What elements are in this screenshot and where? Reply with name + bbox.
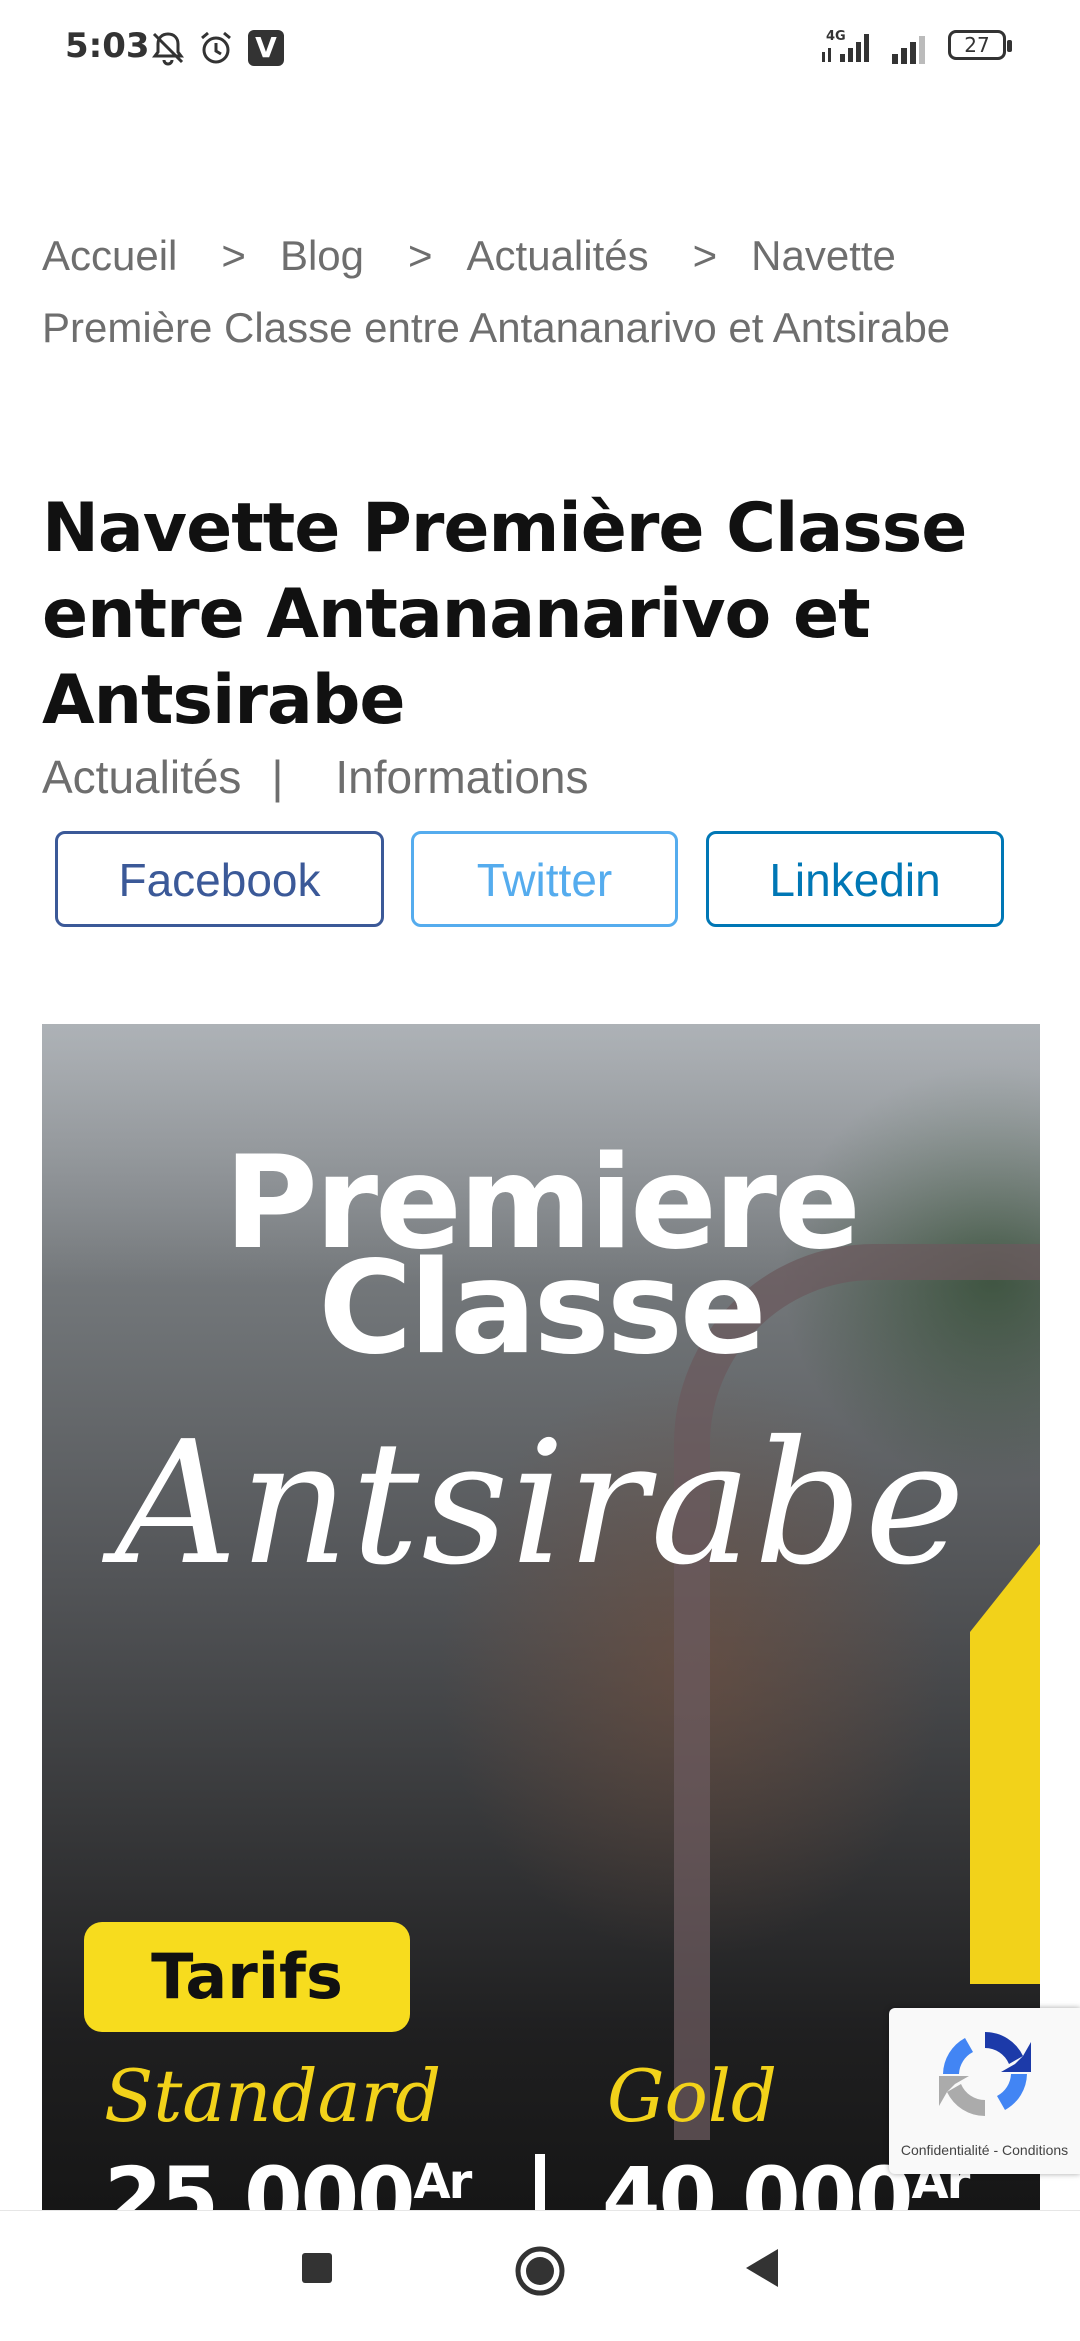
v-app-icon: V: [248, 30, 284, 66]
signal-4g-icon: 4G: [822, 29, 869, 62]
recaptcha-badge[interactable]: Confidentialité - Conditions: [889, 2008, 1080, 2174]
breadcrumb-separator: >: [221, 232, 246, 279]
recaptcha-logo-icon: [939, 2032, 1031, 2116]
price-standard: 25 000Ar: [104, 2149, 472, 2210]
recaptcha-terms-link[interactable]: Conditions: [1002, 2142, 1068, 2158]
battery-icon: 27: [948, 30, 1012, 60]
tier-standard-label: Standard: [104, 2054, 442, 2138]
breadcrumb-home-link[interactable]: Accueil: [42, 232, 177, 279]
linkedin-share-button[interactable]: Linkedin: [706, 831, 1004, 927]
hero-script-title: Antsirabe: [114, 1405, 968, 1603]
breadcrumb-separator: >: [408, 232, 433, 279]
facebook-share-button[interactable]: Facebook: [55, 831, 384, 927]
system-navigation-bar: [0, 2210, 1080, 2341]
breadcrumb-actualites-link[interactable]: Actualités: [467, 232, 649, 279]
tier-gold-label: Gold: [607, 2054, 777, 2138]
breadcrumb: Accueil > Blog > Actualités > Navette Première…: [42, 220, 1042, 364]
category-actualites-link[interactable]: Actualités: [42, 751, 241, 803]
recaptcha-dash: -: [993, 2142, 999, 2158]
signal-icon: [892, 36, 925, 64]
breadcrumb-blog-link[interactable]: Blog: [280, 232, 364, 279]
breadcrumb-separator: >: [692, 232, 718, 279]
price-standard-value: 25 000: [104, 2149, 415, 2210]
hero-headline-line2: Classe: [318, 1234, 766, 1383]
recaptcha-links: Confidentialité - Conditions: [889, 2142, 1080, 2158]
twitter-share-button[interactable]: Twitter: [411, 831, 678, 927]
recaptcha-privacy-link[interactable]: Confidentialité: [901, 2142, 990, 2158]
page-title: Navette Première Classe entre Antananari…: [42, 488, 967, 740]
article-categories: Actualités | Informations: [42, 750, 589, 804]
tarifs-badge: Tarifs: [84, 1922, 410, 2032]
status-bar: 5:03 V 4G 27: [0, 0, 1080, 100]
price-divider: [535, 2154, 545, 2210]
bell-off-icon: [152, 32, 184, 66]
recent-apps-icon[interactable]: [300, 2251, 334, 2285]
category-separator: |: [271, 751, 284, 803]
price-standard-currency: Ar: [413, 2154, 472, 2210]
status-time: 5:03: [65, 26, 150, 66]
home-icon[interactable]: [514, 2245, 566, 2297]
alarm-icon: [201, 31, 231, 64]
price-gold-value: 40 000: [602, 2149, 913, 2210]
back-icon[interactable]: [742, 2247, 782, 2289]
category-informations-link[interactable]: Informations: [335, 751, 588, 803]
svg-text:4G: 4G: [826, 29, 846, 44]
